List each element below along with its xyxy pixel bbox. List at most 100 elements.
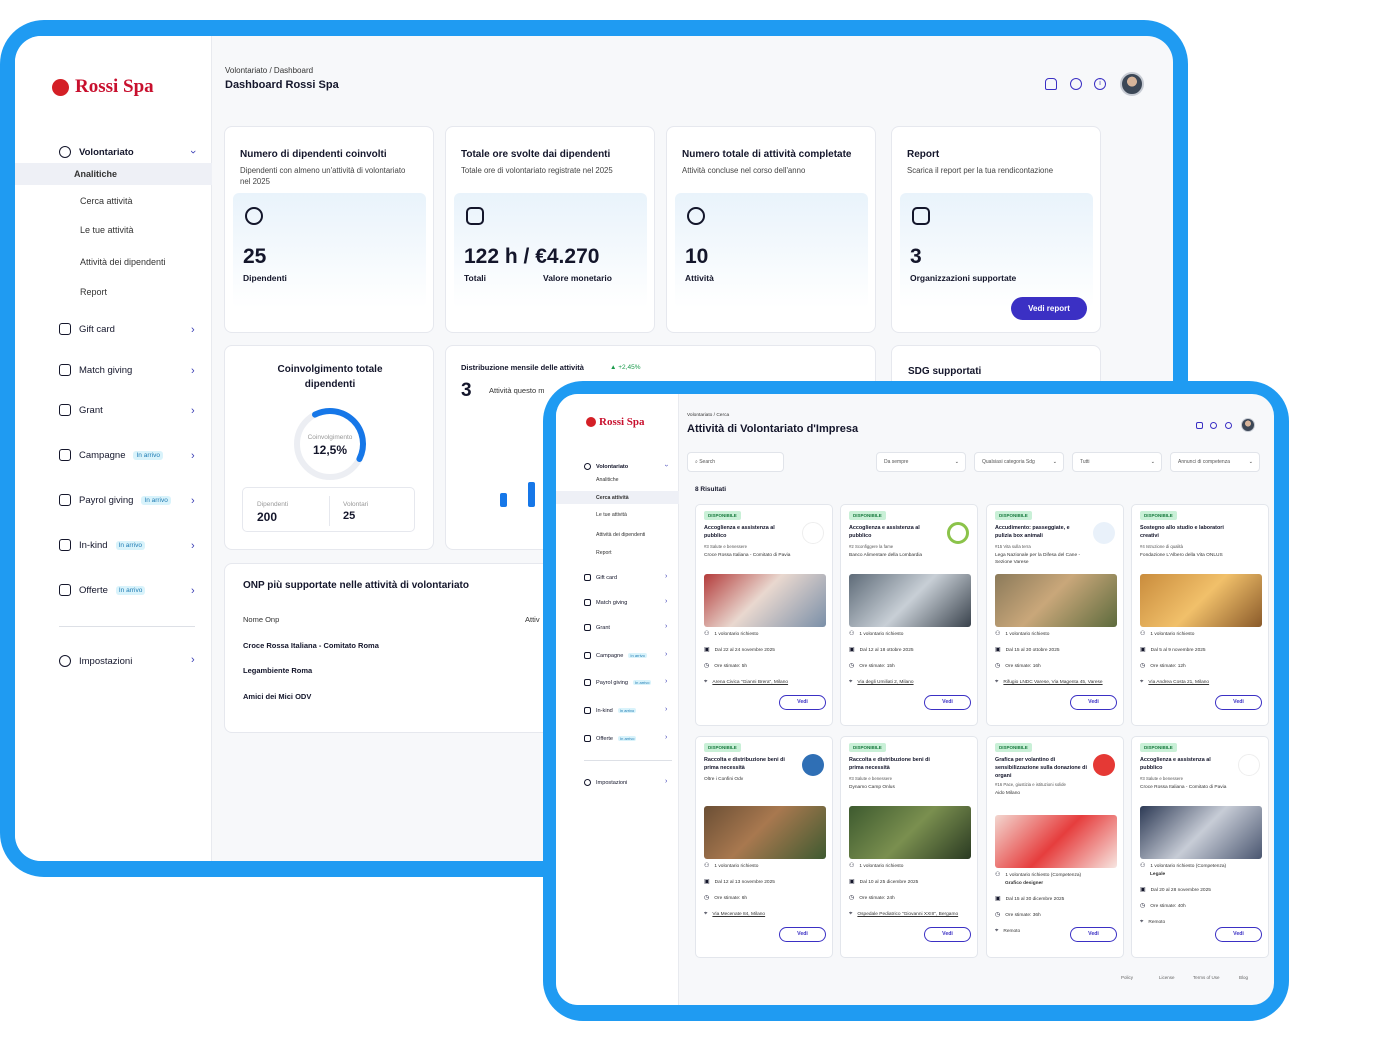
sidebar-item[interactable]: In-kind In arrivo [584,707,637,714]
sidebar-sub-tue-attivita[interactable]: Le tue attività [80,225,134,235]
volunteers-text: 1 volontario richiesto (Competenza) [1005,873,1082,878]
location-row[interactable]: ⌖ Ospedale Pediatrico "Giovanni XXIII", B… [849,911,974,918]
location-row[interactable]: ⌖ Via Mecenate 84, Milano [704,911,829,918]
activity-card[interactable]: DISPONIBILE Raccolta e distribuzione beni… [840,736,978,958]
vedi-button[interactable]: Vedi [1070,927,1117,942]
gear-icon[interactable] [1210,422,1217,429]
chevron-right-icon[interactable]: › [665,706,667,713]
sidebar-item[interactable]: Payrol giving In arrivo [59,494,171,506]
location-row[interactable]: ⌖ Arena Civica "Gianni Brera", Milano [704,679,829,686]
footer-terms-link[interactable]: Terms of Use [1193,975,1220,980]
location-text[interactable]: Ospedale Pediatrico "Giovanni XXIII", Be… [857,911,962,918]
chevron-right-icon[interactable]: › [191,324,195,336]
sidebar-sub-analitiche[interactable]: Analitiche [74,169,117,179]
activity-card[interactable]: DISPONIBILE Raccolta e distribuzione beni… [695,736,833,958]
bell-icon[interactable] [1196,422,1203,429]
chevron-right-icon[interactable]: › [665,678,667,685]
chevron-right-icon[interactable]: › [191,450,195,462]
sidebar-sub-tue-attivita[interactable]: Le tue attività [596,512,627,518]
location-row[interactable]: ⌖ Rifugio LNDC Varese, Via Magenta 45, Va… [995,679,1120,686]
activity-card[interactable]: DISPONIBILE Accoglienza e assistenza al p… [1131,736,1269,958]
sidebar-sub-report[interactable]: Report [596,550,612,556]
location-text[interactable]: Via degli Umiliati 2, Milano [857,679,962,686]
chevron-right-icon[interactable]: › [665,734,667,741]
chevron-down-icon[interactable]: › [187,150,199,154]
sidebar-item[interactable]: Grant [59,404,103,416]
sidebar-sub-report[interactable]: Report [80,287,107,297]
sidebar-item-impostazioni[interactable]: Impostazioni [584,779,627,786]
brand-logo[interactable]: Rossi Spa [52,76,154,98]
sidebar-item[interactable]: Campagne In arrivo [59,449,163,461]
chevron-right-icon[interactable]: › [191,654,195,666]
chevron-right-icon[interactable]: › [665,598,667,605]
sidebar-sub-attivita-dipendenti[interactable]: Attività dei dipendenti [596,532,645,538]
vedi-button[interactable]: Vedi [924,927,971,942]
chevron-right-icon[interactable]: › [191,540,195,552]
sidebar-item[interactable]: Offerte In arrivo [584,735,637,742]
vedi-button[interactable]: Vedi [1215,695,1262,710]
bell-icon[interactable] [1045,78,1057,90]
vedi-button[interactable]: Vedi [1215,927,1262,942]
breadcrumb[interactable]: Volontariato / Dashboard [225,66,313,75]
footer-blog-link[interactable]: Blog [1239,975,1248,980]
sidebar-item[interactable]: Campagne In arrivo [584,652,647,659]
filter-type[interactable]: Tutti ⌄ [1072,452,1162,472]
filter-period[interactable]: Da sempre ⌄ [876,452,966,472]
onp-row[interactable]: Croce Rossa Italiana - Comitato Roma [243,641,379,650]
activity-card[interactable]: DISPONIBILE Grafica per volantino di sens… [986,736,1124,958]
footer-license-link[interactable]: License [1159,975,1175,980]
avatar[interactable] [1241,418,1255,432]
avatar[interactable] [1120,72,1144,96]
sidebar-sub-attivita-dipendenti[interactable]: Attività dei dipendenti [80,257,166,267]
vedi-button[interactable]: Vedi [779,695,826,710]
onp-row[interactable]: Legambiente Roma [243,666,312,675]
sidebar-item-impostazioni[interactable]: Impostazioni [59,655,132,667]
activity-card[interactable]: DISPONIBILE Accoglienza e assistenza al p… [840,504,978,726]
location-text[interactable]: Arena Civica "Gianni Brera", Milano [712,679,817,686]
chevron-down-icon[interactable]: › [663,464,670,466]
activity-card[interactable]: DISPONIBILE Sostegno allo studio e labora… [1131,504,1269,726]
footer-policy-link[interactable]: Policy [1121,975,1133,980]
vedi-button[interactable]: Vedi [779,927,826,942]
sidebar-item[interactable]: Payrol giving In arrivo [584,679,652,686]
sidebar-item-volontariato[interactable]: Volontariato [584,463,628,470]
activity-card[interactable]: DISPONIBILE Accoglienza e assistenza al p… [695,504,833,726]
chevron-right-icon[interactable]: › [191,365,195,377]
sidebar-sub-analitiche[interactable]: Analitiche [596,477,619,483]
info-icon[interactable]: i [1094,78,1106,90]
vedi-button[interactable]: Vedi [1070,695,1117,710]
location-text[interactable]: Via Mecenate 84, Milano [712,911,817,918]
sidebar-item[interactable]: Grant [584,624,610,631]
chevron-right-icon[interactable]: › [665,573,667,580]
filter-competenza[interactable]: Annunci di competenza ⌄ [1170,452,1260,472]
location-row[interactable]: ⌖ Via Andrea Costa 21, Milano [1140,679,1265,686]
sidebar-item[interactable]: Match giving [584,599,627,606]
sidebar-item[interactable]: Gift card [59,323,115,335]
info-icon[interactable] [1225,422,1232,429]
filter-sdg[interactable]: Qualsiasi categoria Sdg ⌄ [974,452,1064,472]
activity-card[interactable]: DISPONIBILE Accudimento: passeggiate, e p… [986,504,1124,726]
chevron-right-icon[interactable]: › [665,623,667,630]
location-text[interactable]: Rifugio LNDC Varese, Via Magenta 45, Var… [1003,679,1108,686]
location-row[interactable]: ⌖ Via degli Umiliati 2, Milano [849,679,974,686]
sidebar-item[interactable]: Offerte In arrivo [59,584,146,596]
chevron-right-icon[interactable]: › [191,585,195,597]
breadcrumb[interactable]: Volontariato / Cerca [687,413,729,418]
search-input[interactable]: ⌕ Search [687,452,784,472]
sidebar-item-volontariato[interactable]: Volontariato [59,146,134,158]
chevron-right-icon[interactable]: › [665,651,667,658]
sidebar-sub-cerca[interactable]: Cerca attività [80,196,133,206]
chevron-right-icon[interactable]: › [191,495,195,507]
sidebar-item[interactable]: Gift card [584,574,617,581]
brand-logo[interactable]: Rossi Spa [586,416,645,428]
vedi-report-button[interactable]: Vedi report [1011,297,1087,320]
onp-row[interactable]: Amici dei Mici ODV [243,692,311,701]
location-text[interactable]: Via Andrea Costa 21, Milano [1148,679,1253,686]
sidebar-sub-cerca[interactable]: Cerca attività [596,495,629,501]
gear-icon[interactable] [1070,78,1082,90]
sidebar-item[interactable]: In-kind In arrivo [59,539,145,551]
chevron-right-icon[interactable]: › [665,778,667,785]
chevron-right-icon[interactable]: › [191,405,195,417]
sidebar-item[interactable]: Match giving [59,364,132,376]
vedi-button[interactable]: Vedi [924,695,971,710]
